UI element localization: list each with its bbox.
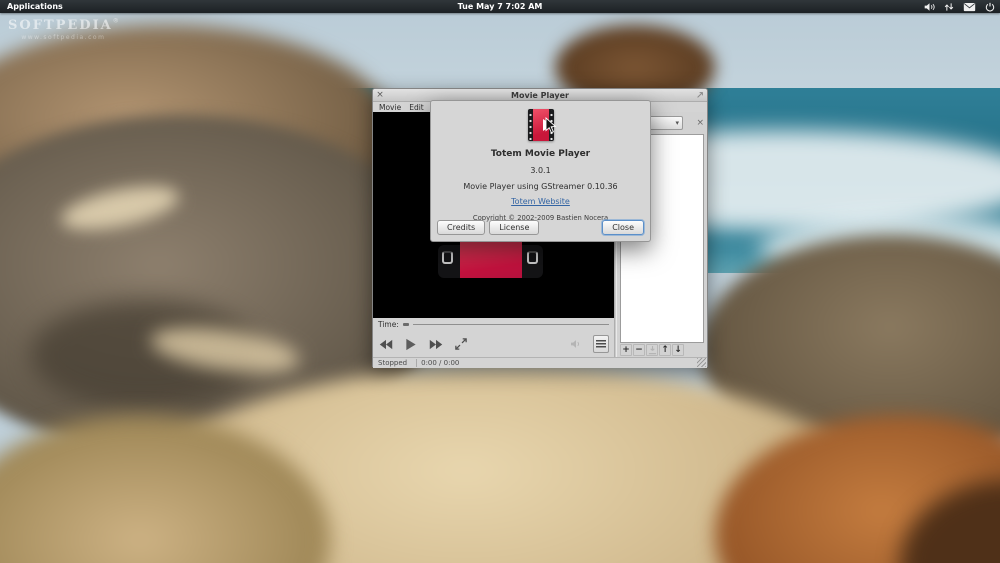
watermark-registered-mark: ®	[112, 17, 119, 25]
app-description: Movie Player using GStreamer 0.10.36	[463, 182, 618, 191]
time-label: Time:	[378, 320, 399, 329]
app-version: 3.0.1	[530, 166, 551, 175]
playlist-move-up-button[interactable]: ↑	[659, 344, 671, 356]
license-button[interactable]: License	[489, 220, 540, 235]
close-button[interactable]: Close	[602, 220, 644, 235]
network-icon[interactable]	[944, 2, 954, 12]
applications-menu[interactable]: Applications	[0, 0, 70, 13]
about-dialog: Totem Movie Player 3.0.1 Movie Player us…	[430, 100, 651, 242]
clock[interactable]: Tue May 7 7:02 AM	[0, 2, 1000, 11]
volume-muted-icon[interactable]	[568, 336, 584, 352]
credits-button[interactable]: Credits	[437, 220, 486, 235]
mouse-cursor	[545, 116, 557, 138]
playback-controls	[373, 331, 614, 357]
playlist-add-button[interactable]: +	[620, 344, 632, 356]
filmstrip-perforation	[527, 251, 538, 264]
seek-slider-track[interactable]	[412, 324, 609, 325]
window-close-button[interactable]: ×	[373, 90, 387, 101]
watermark-subtitle: www.softpedia.com	[21, 34, 106, 41]
next-button[interactable]	[428, 336, 444, 352]
chevron-down-icon: ▾	[675, 119, 679, 127]
seek-slider-handle[interactable]	[402, 323, 409, 326]
status-state: Stopped	[378, 359, 408, 367]
desktop: SOFTPEDIA® www.softpedia.com Application…	[0, 0, 1000, 563]
playlist-remove-button[interactable]: −	[633, 344, 645, 356]
playlist-save-button[interactable]	[646, 344, 658, 356]
filmstrip-perforation	[442, 251, 453, 264]
power-icon[interactable]	[985, 2, 995, 12]
menu-movie[interactable]: Movie	[375, 103, 405, 112]
playlist-icon	[596, 339, 606, 349]
playlist-move-down-button[interactable]: ↓	[672, 344, 684, 356]
window-restore-button[interactable]	[693, 91, 707, 99]
sidebar-toggle-button[interactable]	[593, 335, 609, 353]
totem-logo-red-panel	[460, 240, 522, 278]
menu-edit[interactable]: Edit	[405, 103, 428, 112]
status-bar: Stopped 0:00 / 0:00	[373, 357, 707, 368]
app-name: Totem Movie Player	[490, 149, 591, 159]
status-time: 0:00 / 0:00	[421, 359, 460, 367]
volume-icon[interactable]	[924, 2, 935, 12]
sidebar-close-button[interactable]: ×	[696, 117, 704, 129]
system-tray	[924, 0, 995, 13]
resize-grip[interactable]	[697, 358, 706, 367]
fullscreen-button[interactable]	[453, 336, 469, 352]
top-panel: Applications Tue May 7 7:02 AM	[0, 0, 1000, 13]
window-title: Movie Player	[511, 90, 569, 100]
previous-button[interactable]	[378, 336, 394, 352]
status-separator	[416, 359, 418, 367]
seek-bar-row: Time:	[373, 318, 614, 331]
play-button[interactable]	[403, 336, 419, 352]
totem-website-link[interactable]: Totem Website	[511, 197, 570, 206]
playlist-toolbar: + − ↑ ↓	[617, 343, 707, 357]
watermark-title: SOFTPEDIA	[8, 18, 113, 33]
softpedia-watermark: SOFTPEDIA® www.softpedia.com	[8, 14, 119, 41]
mail-icon[interactable]	[963, 2, 976, 12]
